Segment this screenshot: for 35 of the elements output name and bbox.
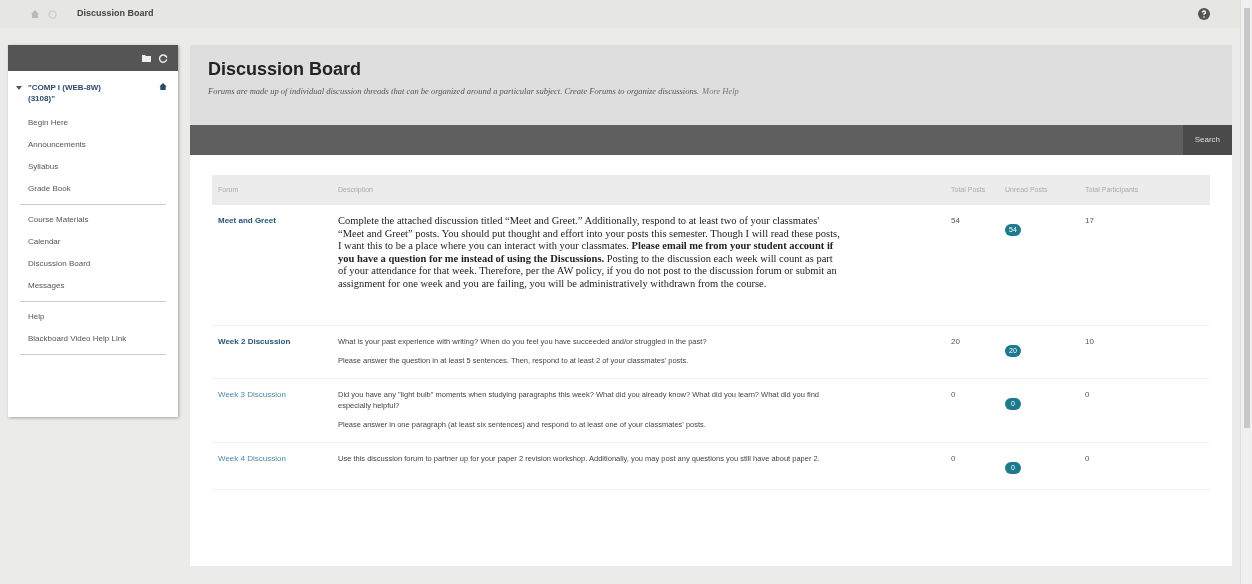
folder-icon[interactable] [142, 54, 151, 62]
total-posts-cell-text: 0 [951, 452, 957, 465]
forum-description: Complete the attached discussion titled “Meet and Greet.” Additionally, respond to at least two of your classmates' “Meet and Greet” posts. You should put thought and effort into your posts this semester. Though I will read these posts, I want this to be a place where you can interact with your classmates. Please email me from your student account if you have a question for me instead of using the Discussions. Posting to the discussion each week will count as part of your attendance for that week. Therefore, per the AW policy, if you do not post to the discussion forum or submit an assignment for one week and you are failing, you will be administratively withdrawn from the course. [338, 215, 841, 291]
participants-cell-text: 17 [1085, 215, 1095, 227]
menu-link[interactable]: Announcements [20, 134, 166, 156]
home-icon[interactable] [158, 82, 168, 91]
participants-cell-text: 10 [1085, 335, 1095, 348]
course-title[interactable]: "COMP I (WEB-8W) (3108)" [28, 82, 108, 104]
help-icon[interactable] [1198, 8, 1210, 20]
participants-cell-text: 0 [1085, 452, 1091, 465]
breadcrumb-link[interactable]: Discussion Board [77, 7, 154, 21]
menu-link[interactable]: Blackboard Video Help Link [20, 328, 166, 350]
total-posts-cell-text: 20 [951, 335, 961, 348]
expand-caret-icon[interactable] [16, 85, 22, 91]
forum-link[interactable]: Week 3 Discussion [218, 388, 338, 401]
menu-link[interactable]: Begin Here [20, 112, 166, 134]
total-posts-cell-text: 54 [951, 215, 961, 227]
scrollbar[interactable] [1240, 0, 1252, 584]
menu-link[interactable]: Discussion Board [20, 253, 166, 275]
forum-link[interactable]: Week 2 Discussion [218, 335, 338, 348]
forum-link[interactable]: Meet and Greet [218, 215, 338, 227]
menu-link[interactable]: Messages [20, 275, 166, 297]
menu-link[interactable]: Calendar [20, 231, 166, 253]
more-help-link[interactable]: More Help [702, 85, 739, 98]
menu-link[interactable]: Syllabus [20, 156, 166, 178]
menu-link[interactable]: Grade Book [20, 178, 166, 200]
page-description: Forums are made up of individual discussion threads that can be organized around a particular subject. Create Forums to organize discussions. [208, 85, 700, 98]
forum-link[interactable]: Week 4 Discussion [218, 452, 338, 465]
refresh-icon[interactable] [159, 53, 168, 63]
menu-link[interactable]: Course Materials [20, 209, 166, 231]
total-posts-cell-text: 0 [951, 388, 957, 401]
menu-link[interactable]: Help [20, 306, 166, 328]
page-title: Discussion Board [208, 58, 363, 81]
participants-cell-text: 0 [1085, 388, 1091, 401]
search-button[interactable]: Search [1182, 125, 1232, 155]
